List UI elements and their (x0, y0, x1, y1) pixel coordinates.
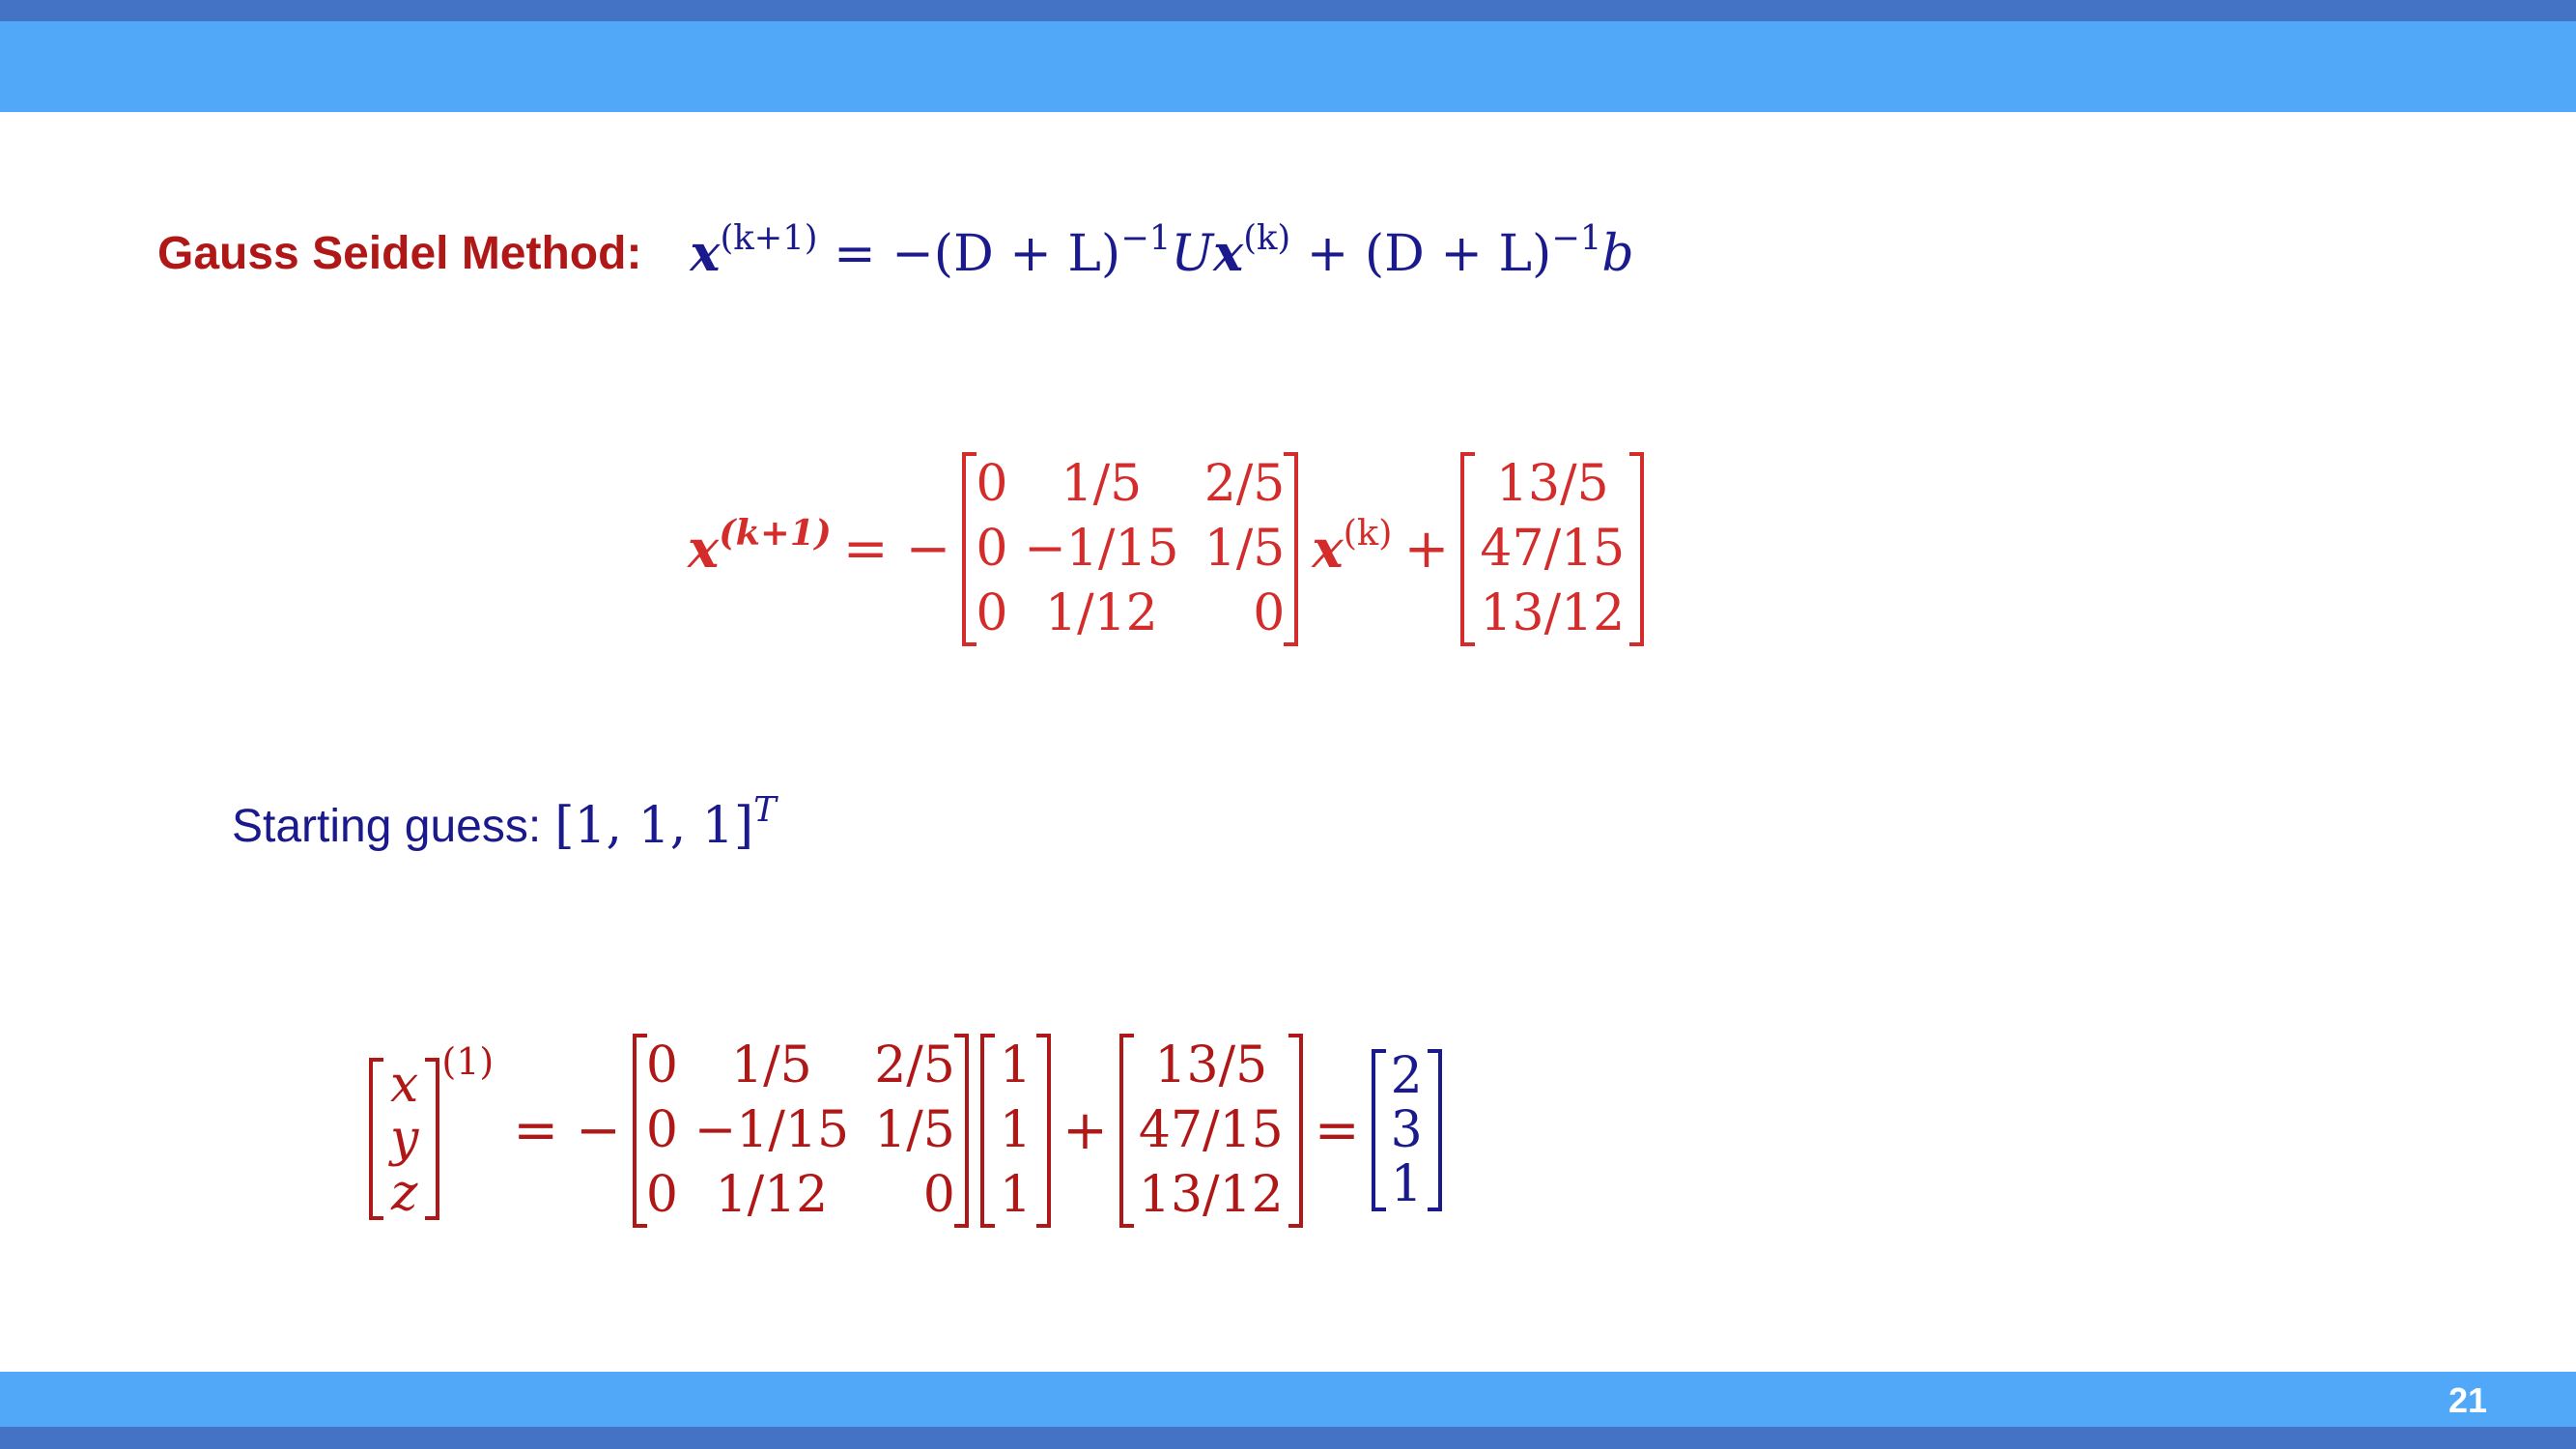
step-matrix: 0 1/5 2/5 0 −1/15 1/5 0 1/12 0 (632, 1033, 969, 1228)
step-lhs-cell: y (390, 1110, 419, 1168)
method-title: Gauss Seidel Method: (157, 227, 642, 279)
step-matrix-cell: −1/15 (694, 1100, 850, 1159)
iter-vector-cell: 13/5 (1495, 454, 1609, 513)
step-equals-minus: = − (513, 1098, 621, 1162)
step-constant-cell: 13/5 (1154, 1036, 1268, 1094)
step-result-cell: 1 (1390, 1155, 1423, 1213)
iter-vector-cell: 13/12 (1480, 583, 1626, 642)
step-matrix-cell: 0 (645, 1165, 678, 1224)
iter-xk: x(k) (1312, 515, 1392, 580)
footer-bar-edge (0, 1427, 2576, 1449)
step-matrix-cell: 1/5 (731, 1036, 812, 1094)
step-lhs-cell: z (390, 1164, 418, 1222)
iter-lhs: x(k+1) (688, 515, 832, 580)
step-plus: + (1062, 1098, 1108, 1162)
iter-matrix-cell: 2/5 (1203, 454, 1286, 513)
starting-guess-vector: [1, 1, 1] (554, 797, 754, 855)
step-matrix-cell: 1/12 (715, 1165, 829, 1224)
step-lhs-sup: (1) (441, 1040, 495, 1083)
formula-eq: = −(D + L) (834, 224, 1121, 283)
iter-matrix-cell: 1/5 (1203, 519, 1286, 578)
formula-plus: + (D + L) (1306, 224, 1552, 283)
step-constant-cell: 47/15 (1138, 1100, 1284, 1159)
starting-guess-value: [1, 1, 1]T (554, 793, 777, 855)
step-guess-cell: 1 (999, 1165, 1032, 1224)
step-matrix-cell: 0 (922, 1165, 955, 1224)
step-guess-cell: 1 (999, 1036, 1032, 1094)
step-equals: = (1314, 1098, 1360, 1162)
starting-guess-transpose: T (753, 790, 777, 831)
iter-matrix-cell: 1/5 (1061, 454, 1143, 513)
starting-guess-label: Starting guess: (232, 800, 542, 852)
iteration-matrix: 0 1/5 2/5 0 −1/15 1/5 0 1/12 0 (962, 451, 1299, 646)
iter-matrix-cell: 1/12 (1044, 583, 1158, 642)
step-lhs: x y z (1) (369, 1040, 494, 1220)
iter-plus: + (1403, 517, 1450, 581)
iter-lhs-sup: (k+1) (719, 512, 832, 554)
step-matrix-cell: 1/5 (874, 1100, 955, 1159)
iteration-vector: 13/5 47/15 13/12 (1460, 451, 1645, 646)
step-matrix-cell: 2/5 (874, 1036, 955, 1094)
step-result-cell: 2 (1390, 1047, 1423, 1105)
iter-matrix-cell: 0 (976, 519, 1008, 578)
formula-b: b (1601, 224, 1634, 283)
formula-inv1: −1 (1120, 217, 1172, 258)
formula-inv2: −1 (1551, 217, 1602, 258)
formula-x2: x (1213, 223, 1244, 283)
step-guess-vector: 1 1 1 (979, 1033, 1052, 1228)
iteration-equation: x(k+1) = − 0 1/5 2/5 0 −1/15 1/5 0 1/12 … (688, 448, 1645, 649)
step-guess-cell: 1 (999, 1100, 1032, 1159)
iter-vector-cell: 47/15 (1480, 519, 1626, 578)
formula-sup-k: (k) (1243, 217, 1291, 258)
step-matrix-cell: 0 (645, 1100, 678, 1159)
iter-equals-minus: = − (842, 517, 951, 581)
page-number: 21 (2448, 1380, 2487, 1420)
iter-lhs-x: x (688, 518, 720, 580)
title-row: Gauss Seidel Method: x(k+1) = −(D + L)−1… (157, 214, 1634, 292)
starting-guess-row: Starting guess: [1, 1, 1]T (232, 787, 777, 865)
step-matrix-cell: 0 (645, 1036, 678, 1094)
iter-matrix-cell: 0 (1253, 583, 1286, 642)
footer-bar (0, 1372, 2576, 1427)
gauss-seidel-formula: x(k+1) = −(D + L)−1Ux(k) + (D + L)−1b (690, 220, 1634, 283)
step-constant-vector: 13/5 47/15 13/12 (1118, 1033, 1303, 1228)
iter-matrix-cell: −1/15 (1024, 519, 1179, 578)
iter-x: x (1312, 518, 1344, 580)
iter-matrix-cell: 0 (976, 454, 1008, 513)
step-result-vector: 2 3 1 (1371, 1047, 1442, 1213)
formula-sup-k1: (k+1) (720, 217, 818, 258)
first-step-equation: x y z (1) = − 0 1/5 2/5 0 −1/15 1/5 0 1/… (369, 1030, 1442, 1231)
step-lhs-cell: x (390, 1056, 419, 1114)
step-result-cell: 3 (1390, 1101, 1423, 1159)
formula-x: x (690, 223, 721, 283)
iter-x-sup: (k) (1343, 512, 1393, 554)
header-bar-edge (0, 0, 2576, 21)
formula-U: U (1171, 224, 1214, 283)
step-lhs-vector: x y z (369, 1056, 440, 1222)
iter-matrix-cell: 0 (976, 583, 1008, 642)
header-bar (0, 21, 2576, 112)
step-constant-cell: 13/12 (1138, 1165, 1284, 1224)
